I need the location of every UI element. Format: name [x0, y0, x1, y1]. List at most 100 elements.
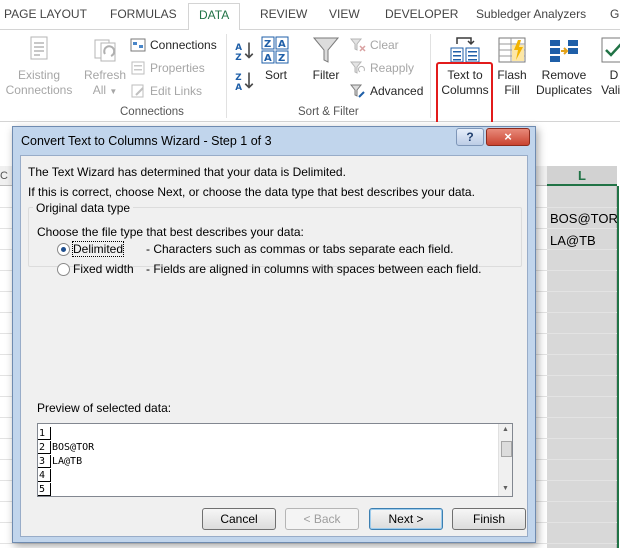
connections-button[interactable]: Connections: [130, 35, 217, 55]
group-label-sort-filter: Sort & Filter: [298, 106, 359, 118]
data-validation-label-1: D: [609, 68, 619, 82]
group-separator: [430, 34, 431, 118]
fixed-width-radio-label[interactable]: Fixed width: [73, 262, 134, 276]
svg-text:Z: Z: [235, 73, 241, 83]
tab-formulas[interactable]: FORMULAS: [110, 7, 177, 21]
edit-links-button[interactable]: Edit Links: [130, 81, 202, 101]
refresh-label-1: Refresh: [83, 68, 127, 82]
delimited-description: - Characters such as commas or tabs sepa…: [146, 242, 454, 256]
flash-fill-button[interactable]: Flash Fill: [494, 34, 530, 98]
intro-text-line-1: The Text Wizard has determined that your…: [28, 165, 346, 179]
filter-icon: [312, 37, 340, 63]
properties-label: Properties: [150, 61, 205, 75]
next-button[interactable]: Next >: [369, 508, 443, 530]
delimited-radio-label[interactable]: Delimited: [71, 241, 125, 257]
preview-row-number: 2: [38, 441, 51, 454]
scroll-down-arrow-icon[interactable]: ▼: [502, 485, 509, 492]
preview-vertical-scrollbar[interactable]: ▲ ▼: [498, 424, 512, 496]
cell-l3[interactable]: LA@TB: [550, 233, 596, 248]
tab-overflow[interactable]: G: [610, 7, 619, 21]
existing-connections-button[interactable]: Existing Connections: [4, 34, 74, 98]
scrollbar-thumb[interactable]: [501, 441, 512, 457]
sort-button[interactable]: Z A A Z Sort: [258, 34, 294, 83]
properties-icon: [131, 61, 145, 75]
reapply-button[interactable]: Reapply: [350, 58, 414, 78]
connections-icon: [130, 38, 146, 52]
tab-page-layout[interactable]: PAGE LAYOUT: [4, 7, 87, 21]
tab-review[interactable]: REVIEW: [260, 7, 307, 21]
original-data-type-legend: Original data type: [33, 201, 134, 215]
remove-duplicates-button[interactable]: Remove Duplicates: [533, 34, 595, 98]
svg-text:Z: Z: [235, 53, 241, 60]
group-separator: [226, 34, 227, 118]
close-icon: ×: [504, 129, 512, 144]
back-button[interactable]: < Back: [285, 508, 359, 530]
fixed-width-radio[interactable]: [57, 263, 70, 276]
choose-type-label: Choose the file type that best describes…: [37, 225, 304, 239]
remove-duplicates-icon: [550, 40, 578, 62]
advanced-label: Advanced: [370, 84, 424, 98]
svg-text:Z: Z: [264, 39, 271, 50]
filter-button[interactable]: Filter: [308, 34, 344, 83]
column-header-l[interactable]: L: [547, 166, 617, 186]
flash-fill-label-1: Flash: [497, 68, 527, 82]
tab-developer[interactable]: DEVELOPER: [385, 7, 458, 21]
reapply-label: Reapply: [370, 61, 415, 75]
sort-label: Sort: [264, 68, 287, 82]
preview-label: Preview of selected data:: [37, 401, 172, 415]
data-validation-icon: [601, 37, 620, 63]
svg-text:A: A: [235, 43, 242, 53]
svg-text:A: A: [264, 53, 272, 64]
scroll-up-arrow-icon[interactable]: ▲: [502, 426, 509, 433]
help-icon: ?: [466, 130, 474, 144]
tab-subledger-analyzers[interactable]: Subledger Analyzers: [476, 7, 586, 21]
existing-connections-label-2: Connections: [5, 83, 73, 97]
preview-row-number: 3: [38, 455, 51, 468]
intro-text-line-2: If this is correct, choose Next, or choo…: [28, 185, 475, 199]
flash-fill-label-2: Fill: [504, 83, 520, 97]
data-validation-button[interactable]: D Valid: [594, 34, 620, 98]
group-label-connections: Connections: [120, 106, 184, 118]
preview-row-text: LA@TB: [52, 456, 83, 467]
edit-links-icon: [131, 84, 144, 98]
clear-filter-icon: [350, 38, 366, 52]
data-preview-box[interactable]: 1 2 BOS@TOR 3 LA@TB 4 5 ▲ ▼: [37, 423, 513, 497]
chevron-down-icon: ▼: [109, 87, 118, 96]
refresh-all-button[interactable]: Refresh All ▼: [80, 34, 130, 99]
sort-a-to-z-button[interactable]: A Z: [234, 40, 258, 60]
fixed-width-description: - Fields are aligned in columns with spa…: [146, 262, 482, 276]
cell-l2[interactable]: BOS@TOR: [550, 211, 618, 226]
properties-button[interactable]: Properties: [130, 58, 205, 78]
data-validation-label-2: Valid: [601, 83, 620, 97]
svg-text:A: A: [278, 39, 286, 50]
edit-links-label: Edit Links: [150, 84, 203, 98]
preview-row-text: BOS@TOR: [52, 442, 95, 453]
sort-descending-icon: Z A: [235, 72, 254, 90]
advanced-button[interactable]: Advanced: [350, 81, 423, 101]
existing-connections-label-1: Existing: [17, 68, 61, 82]
flash-fill-icon: [498, 37, 526, 63]
delimited-radio[interactable]: [57, 243, 70, 256]
remove-duplicates-label-2: Duplicates: [535, 83, 593, 97]
preview-row-number: 1: [38, 427, 51, 440]
close-button[interactable]: ×: [486, 128, 530, 146]
sort-icon: Z A A Z: [261, 36, 289, 64]
preview-row-number: 5: [38, 483, 51, 496]
svg-text:A: A: [235, 83, 242, 90]
clear-button[interactable]: Clear: [350, 35, 399, 55]
sort-z-to-a-button[interactable]: Z A: [234, 70, 258, 90]
svg-text:Z: Z: [278, 53, 285, 64]
filter-label: Filter: [312, 68, 340, 82]
column-header-c[interactable]: C: [0, 170, 8, 182]
help-button[interactable]: ?: [456, 128, 484, 146]
tab-data[interactable]: DATA: [188, 3, 241, 31]
connections-label: Connections: [150, 38, 217, 52]
preview-row-number: 4: [38, 469, 51, 482]
remove-duplicates-label-1: Remove: [541, 68, 587, 82]
ribbon: Existing Connections Refresh All ▼ Conne…: [0, 30, 620, 132]
text-to-columns-wizard-dialog: Convert Text to Columns Wizard - Step 1 …: [12, 126, 536, 543]
cancel-button[interactable]: Cancel: [202, 508, 276, 530]
tab-view[interactable]: VIEW: [329, 7, 360, 21]
finish-button[interactable]: Finish: [452, 508, 526, 530]
dialog-title: Convert Text to Columns Wizard - Step 1 …: [21, 134, 272, 148]
